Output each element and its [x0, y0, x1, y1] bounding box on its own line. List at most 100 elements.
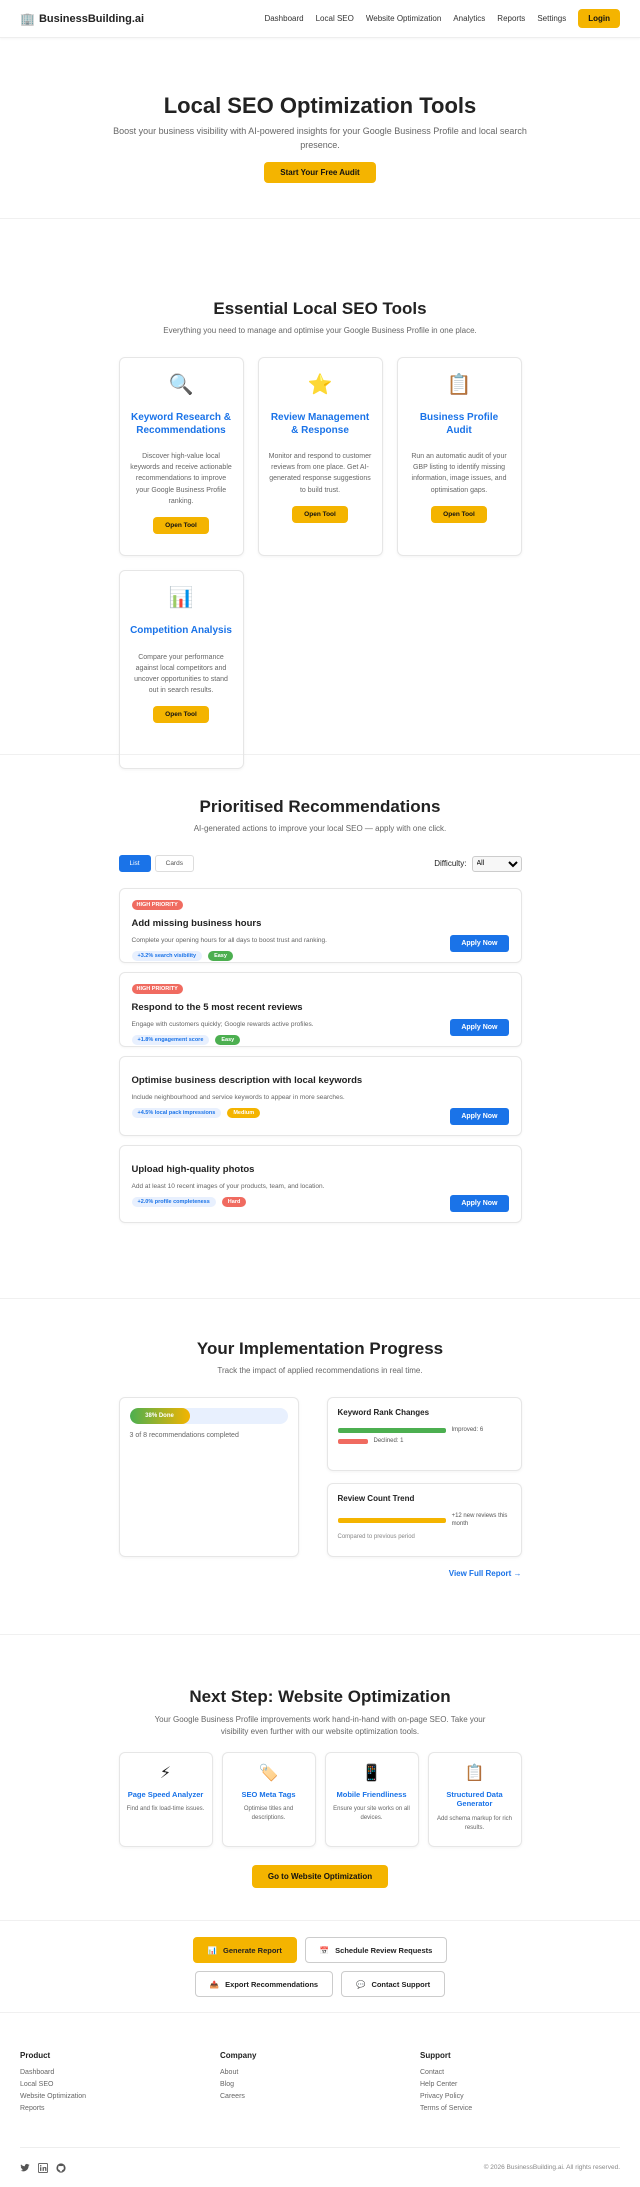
quick-actions-row: 📤 Export Recommendations 💬 Contact Suppo… — [0, 1971, 640, 1997]
nav-link-reports[interactable]: Reports — [497, 14, 525, 23]
review-trend-row: +12 new reviews this month — [337, 1513, 511, 1529]
declined-bar — [337, 1438, 368, 1444]
impact-chip: +2.0% profile completeness — [131, 1197, 216, 1207]
export-icon: 📤 — [209, 1979, 220, 1989]
nav-link-dashboard[interactable]: Dashboard — [264, 14, 303, 23]
footer-link[interactable]: Terms of Service — [420, 2105, 620, 2112]
improved-label: Improved: 6 — [451, 1427, 484, 1433]
footer-link[interactable]: Dashboard — [20, 2069, 220, 2076]
open-tool-button[interactable]: Open Tool — [153, 516, 209, 534]
chat-bubble-icon: 💬 — [356, 1979, 366, 1989]
nav-link-website-optimization[interactable]: Website Optimization — [366, 14, 441, 23]
website-tool-mobile[interactable]: 📱 Mobile Friendliness Ensure your site w… — [324, 1752, 419, 1847]
recommendation-card: HIGH PRIORITY Add missing business hours… — [118, 888, 522, 963]
declined-row: Declined: 1 — [337, 1438, 511, 1444]
footer-link[interactable]: Careers — [220, 2093, 420, 2100]
footer-link[interactable]: Privacy Policy — [420, 2093, 620, 2100]
generate-report-label: Generate Report — [223, 1945, 282, 1955]
recommendation-card: HIGH PRIORITY Respond to the 5 most rece… — [118, 972, 522, 1047]
open-tool-button[interactable]: Open Tool — [153, 706, 209, 724]
footer-link[interactable]: About — [220, 2069, 420, 2076]
website-tool-page-speed[interactable]: ⚡ Page Speed Analyzer Find and fix load-… — [118, 1752, 213, 1847]
website-optimization-section: Next Step: Website Optimization Your Goo… — [0, 1635, 640, 1921]
footer-link[interactable]: Help Center — [420, 2081, 620, 2088]
quick-actions-section: 📊 Generate Report 📅 Schedule Review Requ… — [0, 1921, 640, 2013]
progress-grid: 38% Done 3 of 8 recommendations complete… — [118, 1397, 522, 1557]
go-to-website-optimization-button[interactable]: Go to Website Optimization — [251, 1865, 389, 1888]
github-icon[interactable] — [56, 2162, 66, 2173]
difficulty-badge: Easy — [208, 951, 233, 961]
footer-link[interactable]: Blog — [220, 2081, 420, 2088]
tool-grid: 🔍 Keyword Research & Recommendations Dis… — [118, 357, 522, 769]
improved-bar — [337, 1427, 446, 1433]
website-tool-desc: Optimise titles and descriptions. — [243, 1806, 294, 1822]
nav-link-settings[interactable]: Settings — [537, 14, 566, 23]
twitter-icon[interactable] — [20, 2163, 30, 2173]
difficulty-filter: Difficulty: All — [434, 855, 522, 872]
tool-card-desc: Monitor and respond to customer reviews … — [268, 453, 372, 494]
impact-chip: +1.8% engagement score — [131, 1035, 210, 1045]
tool-card-title: Keyword Research & Recommendations — [130, 412, 232, 436]
progress-section: Your Implementation Progress Track the i… — [0, 1299, 640, 1635]
tool-card-desc: Compare your performance against local c… — [134, 653, 228, 695]
website-tool-title: Page Speed Analyzer — [127, 1790, 204, 1799]
recommendations-section: Prioritised Recommendations AI-generated… — [0, 755, 640, 1299]
view-toggle: List Cards — [118, 855, 194, 872]
completion-progress-fill: 38% Done — [129, 1408, 190, 1424]
difficulty-select[interactable]: All — [471, 855, 522, 872]
building-icon: 🏢 — [20, 11, 35, 26]
schedule-review-requests-button[interactable]: 📅 Schedule Review Requests — [304, 1937, 448, 1963]
apply-now-button[interactable]: Apply Now — [450, 1108, 509, 1125]
footer-link[interactable]: Website Optimization — [20, 2093, 220, 2100]
nav-link-analytics[interactable]: Analytics — [453, 14, 485, 23]
keyword-rank-card: Keyword Rank Changes Improved: 6 Decline… — [326, 1397, 522, 1471]
hero-subtitle: Boost your business visibility with AI-p… — [113, 126, 527, 150]
linkedin-icon[interactable] — [38, 2162, 48, 2173]
keyword-rank-title: Keyword Rank Changes — [337, 1408, 430, 1417]
footer-column-company: Company About Blog Careers — [220, 2051, 420, 2117]
brand-logo[interactable]: 🏢 BusinessBuilding.ai — [20, 12, 144, 26]
nav-link-local-seo[interactable]: Local SEO — [316, 14, 354, 23]
start-audit-button[interactable]: Start Your Free Audit — [264, 162, 376, 183]
tool-card-desc: Discover high-value local keywords and r… — [130, 453, 232, 505]
open-tool-button[interactable]: Open Tool — [292, 505, 348, 523]
footer-link[interactable]: Local SEO — [20, 2081, 220, 2088]
review-trend-bar — [337, 1518, 446, 1524]
footer-link[interactable]: Reports — [20, 2105, 220, 2112]
tool-card-title: Review Management & Response — [270, 412, 370, 436]
difficulty-badge: Hard — [221, 1197, 247, 1207]
completion-summary: 3 of 8 recommendations completed — [129, 1432, 239, 1439]
impact-chip: +3.2% search visibility — [131, 951, 203, 961]
clipboard-icon: 📋 — [446, 374, 472, 396]
apply-now-button[interactable]: Apply Now — [450, 935, 509, 952]
login-button[interactable]: Login — [578, 9, 620, 28]
contact-support-button[interactable]: 💬 Contact Support — [341, 1971, 446, 1997]
quick-actions-row: 📊 Generate Report 📅 Schedule Review Requ… — [0, 1937, 640, 1963]
footer-link[interactable]: Contact — [420, 2069, 620, 2076]
view-full-report-link[interactable]: View Full Report → — [119, 1569, 522, 1578]
apply-now-button[interactable]: Apply Now — [450, 1195, 509, 1212]
impact-chip: +4.5% local pack impressions — [131, 1108, 222, 1118]
report-icon: 📊 — [207, 1945, 218, 1955]
priority-badge: HIGH PRIORITY — [131, 900, 183, 910]
progress-subtitle: Track the impact of applied recommendati… — [217, 1366, 423, 1375]
recommendation-card: Upload high-quality photos Add at least … — [118, 1145, 522, 1223]
recommendation-chips: +3.2% search visibility Easy — [131, 951, 509, 961]
declined-label: Declined: 1 — [373, 1438, 404, 1444]
view-list-button[interactable]: List — [118, 855, 151, 872]
export-label: Export Recommendations — [225, 1979, 319, 1989]
view-cards-button[interactable]: Cards — [154, 855, 194, 872]
generate-report-button[interactable]: 📊 Generate Report — [192, 1937, 297, 1963]
website-tool-meta-tags[interactable]: 🏷️ SEO Meta Tags Optimise titles and des… — [221, 1752, 316, 1847]
footer-column-title: Support — [420, 2051, 451, 2060]
top-navbar: 🏢 BusinessBuilding.ai Dashboard Local SE… — [0, 0, 640, 38]
recommendation-title: Add missing business hours — [131, 918, 262, 929]
open-tool-button[interactable]: Open Tool — [431, 505, 487, 523]
next-step-subtitle: Your Google Business Profile improvement… — [154, 1715, 486, 1736]
apply-now-button[interactable]: Apply Now — [450, 1019, 509, 1036]
tool-card-profile-audit: 📋 Business Profile Audit Run an automati… — [396, 357, 522, 556]
tools-subtitle: Everything you need to manage and optimi… — [163, 326, 477, 335]
website-tool-title: Structured Data Generator — [446, 1790, 503, 1809]
website-tool-structured-data[interactable]: 📋 Structured Data Generator Add schema m… — [427, 1752, 522, 1847]
export-recommendations-button[interactable]: 📤 Export Recommendations — [194, 1971, 334, 1997]
